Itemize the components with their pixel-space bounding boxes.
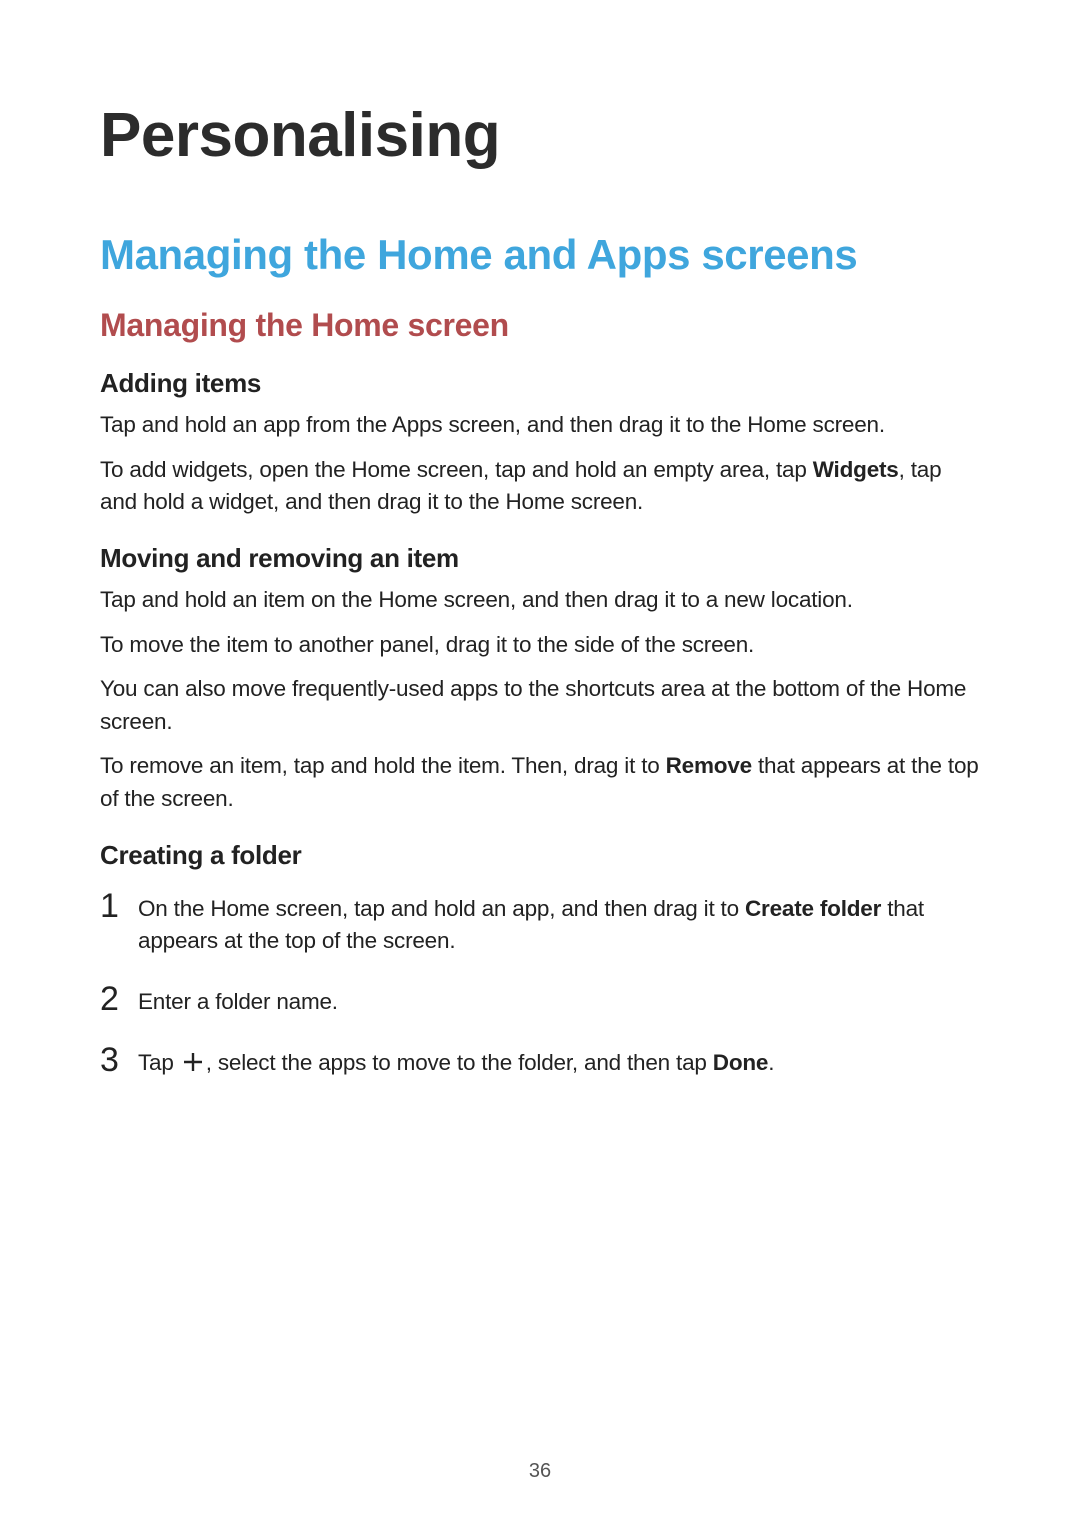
paragraph: Tap and hold an app from the Apps screen… [100,409,980,442]
subsection-heading: Managing the Home screen [100,307,980,344]
text-fragment: Tap [138,1050,180,1075]
page-number: 36 [0,1460,1080,1483]
text-fragment: To add widgets, open the Home screen, ta… [100,457,813,482]
page: Personalising Managing the Home and Apps… [0,0,1080,1527]
step-text: Tap , select the apps to move to the fol… [138,1047,774,1080]
bold-widgets: Widgets [813,457,899,482]
bold-create-folder: Create folder [745,896,881,921]
paragraph: You can also move frequently-used apps t… [100,673,980,738]
text-fragment: , select the apps to move to the folder,… [206,1050,713,1075]
topic-moving-removing: Moving and removing an item [100,543,980,574]
paragraph: To remove an item, tap and hold the item… [100,750,980,815]
chapter-title: Personalising [100,100,980,171]
step-number: 2 [100,982,138,1016]
topic-creating-folder: Creating a folder [100,840,980,871]
paragraph: Tap and hold an item on the Home screen,… [100,584,980,617]
plus-icon [182,1051,204,1073]
step-item: 1 On the Home screen, tap and hold an ap… [100,893,980,958]
step-item: 3 Tap , select the apps to move to the f… [100,1047,980,1080]
text-fragment: . [768,1050,774,1075]
section-heading: Managing the Home and Apps screens [100,231,980,279]
step-text: Enter a folder name. [138,986,338,1019]
step-text: On the Home screen, tap and hold an app,… [138,893,980,958]
step-number: 1 [100,889,138,923]
topic-adding-items: Adding items [100,368,980,399]
text-fragment: To remove an item, tap and hold the item… [100,753,666,778]
text-fragment: On the Home screen, tap and hold an app,… [138,896,745,921]
paragraph: To move the item to another panel, drag … [100,629,980,662]
step-list: 1 On the Home screen, tap and hold an ap… [100,893,980,1080]
bold-remove: Remove [666,753,752,778]
paragraph: To add widgets, open the Home screen, ta… [100,454,980,519]
step-item: 2 Enter a folder name. [100,986,980,1019]
bold-done: Done [713,1050,768,1075]
step-number: 3 [100,1043,138,1077]
